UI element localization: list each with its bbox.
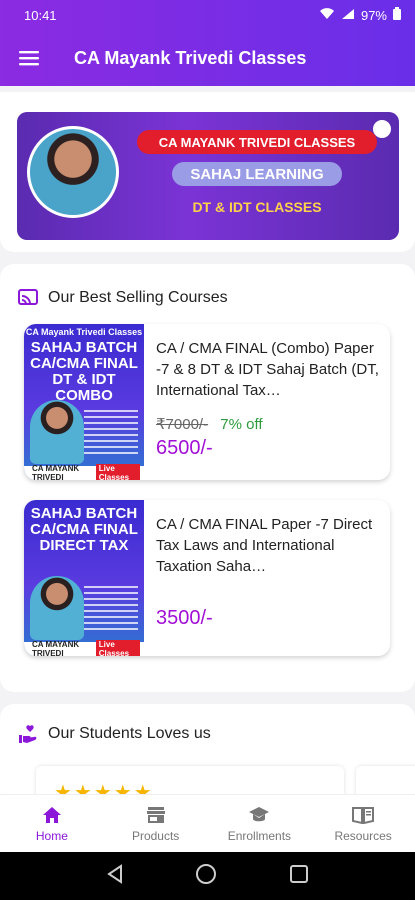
store-icon xyxy=(145,804,167,826)
cast-icon xyxy=(18,288,38,308)
thumbnail-footer: CA MAYANK TRIVEDI Live Classes xyxy=(24,640,144,656)
best-selling-header: Our Best Selling Courses xyxy=(0,278,228,318)
thumbnail-author: CA MAYANK TRIVEDI xyxy=(32,464,80,480)
teacher-image xyxy=(30,400,84,464)
recents-icon[interactable] xyxy=(289,864,309,889)
testimonials-header: Our Students Loves us xyxy=(0,714,211,754)
thumbnail-author: CA MAYANK TRIVEDI xyxy=(32,640,80,656)
course-card[interactable]: SAHAJ BATCH CA/CMA FINAL DIRECT TAX CA M… xyxy=(24,500,390,656)
system-nav-bar xyxy=(0,852,415,900)
nav-home[interactable]: Home xyxy=(0,795,104,852)
rating-stars: ★★★★★ xyxy=(54,782,154,794)
home-circle-icon[interactable] xyxy=(195,863,217,890)
original-price: ₹7000/- xyxy=(156,416,209,433)
course-price: 6500/- xyxy=(156,437,213,459)
nav-products[interactable]: Products xyxy=(104,795,208,852)
app-title: CA Mayank Trivedi Classes xyxy=(74,47,307,68)
wifi-icon xyxy=(319,7,335,23)
home-content[interactable]: CA MAYANK TRIVEDI CLASSES SAHAJ LEARNING… xyxy=(0,86,415,794)
review-card[interactable] xyxy=(356,766,415,794)
nav-resources-label: Resources xyxy=(334,829,392,843)
course-thumbnail: CA Mayank Trivedi Classes SAHAJ BATCH CA… xyxy=(24,324,144,480)
signal-icon xyxy=(341,8,355,23)
book-icon xyxy=(352,804,375,826)
course-info: CA / CMA FINAL (Combo) Paper -7 & 8 DT &… xyxy=(156,338,382,460)
promo-banner[interactable]: CA MAYANK TRIVEDI CLASSES SAHAJ LEARNING… xyxy=(17,112,399,240)
course-thumbnail: SAHAJ BATCH CA/CMA FINAL DIRECT TAX CA M… xyxy=(24,500,144,656)
app-bar: CA Mayank Trivedi Classes xyxy=(0,30,415,86)
discount-badge: 7% off xyxy=(220,416,263,433)
battery-icon xyxy=(393,7,401,23)
banner-title: CA MAYANK TRIVEDI CLASSES xyxy=(137,130,377,154)
thumbnail-header: CA Mayank Trivedi Classes xyxy=(25,327,143,337)
course-card[interactable]: CA Mayank Trivedi Classes SAHAJ BATCH CA… xyxy=(24,324,390,480)
nav-enrollments[interactable]: Enrollments xyxy=(208,795,312,852)
battery-percent: 97% xyxy=(360,7,387,23)
thumbnail-title: SAHAJ BATCH CA/CMA FINAL DIRECT TAX xyxy=(30,505,138,554)
status-bar: 10:41 97% xyxy=(0,0,415,30)
thumbnail-feature-list xyxy=(84,586,138,634)
course-title: CA / CMA FINAL (Combo) Paper -7 & 8 DT &… xyxy=(156,340,379,399)
best-selling-title: Our Best Selling Courses xyxy=(48,289,228,306)
nav-home-label: Home xyxy=(35,829,68,843)
price-row: ₹7000/- 7% off xyxy=(156,415,382,433)
live-classes-badge: Live Classes xyxy=(95,640,140,656)
banner-subtitle: SAHAJ LEARNING xyxy=(172,162,342,186)
heart-hand-icon xyxy=(18,724,38,744)
live-classes-badge: Live Classes xyxy=(95,464,140,480)
banner-card: CA MAYANK TRIVEDI CLASSES SAHAJ LEARNING… xyxy=(0,92,415,252)
graduation-cap-icon xyxy=(248,804,270,826)
course-title: CA / CMA FINAL Paper -7 Direct Tax Laws … xyxy=(156,516,373,575)
status-time: 10:41 xyxy=(24,7,57,23)
status-icons: 97% xyxy=(319,7,401,23)
course-info: CA / CMA FINAL Paper -7 Direct Tax Laws … xyxy=(156,514,382,630)
thumbnail-footer: CA MAYANK TRIVEDI Live Classes xyxy=(24,464,144,480)
course-price: 3500/- xyxy=(156,607,213,629)
thumbnail-feature-list xyxy=(84,410,138,458)
nav-resources[interactable]: Resources xyxy=(311,795,415,852)
bottom-navigation: Home Products Enrollments Resources xyxy=(0,794,415,852)
teacher-image xyxy=(30,576,84,640)
thumbnail-header xyxy=(24,500,144,503)
nav-products-label: Products xyxy=(131,829,180,843)
testimonials-section: Our Students Loves us ★★★★★ xyxy=(0,704,415,794)
back-icon[interactable] xyxy=(106,863,124,889)
hamburger-icon xyxy=(19,51,39,66)
best-selling-section: Our Best Selling Courses CA Mayank Trive… xyxy=(0,264,415,692)
banner-caption: DT & IDT CLASSES xyxy=(192,199,322,215)
review-card[interactable]: ★★★★★ xyxy=(36,766,344,794)
brand-logo-icon xyxy=(373,120,391,138)
home-icon xyxy=(41,804,63,826)
testimonials-title: Our Students Loves us xyxy=(48,725,211,742)
teacher-photo xyxy=(27,126,119,218)
nav-enrollments-label: Enrollments xyxy=(227,829,292,843)
thumbnail-title: SAHAJ BATCH CA/CMA FINAL DT & IDT COMBO xyxy=(30,339,138,404)
menu-button[interactable] xyxy=(0,30,58,86)
